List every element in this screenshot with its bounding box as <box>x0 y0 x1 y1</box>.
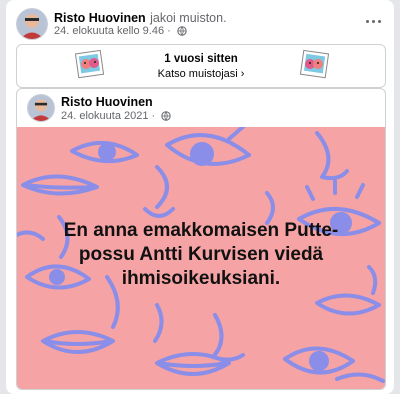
memory-banner[interactable]: 1 vuosi sitten Katso muistojasi › <box>16 44 386 88</box>
avatar-photo <box>17 9 47 39</box>
globe-icon <box>177 26 187 39</box>
globe-icon <box>161 111 171 124</box>
separator-dot: · <box>151 110 159 122</box>
separator-dot: · <box>167 25 174 37</box>
avatar-photo <box>28 95 54 121</box>
feed-post-card: Risto Huovinen jakoi muiston. 24. elokuu… <box>6 0 394 394</box>
shared-post-author[interactable]: Risto Huovinen <box>61 95 153 109</box>
memory-title: 1 vuosi sitten <box>164 53 238 65</box>
see-memories-link[interactable]: Katso muistojasi › <box>17 68 385 80</box>
post-image-text: En anna emakkomaisen Putte-possu Antti K… <box>63 220 339 289</box>
memory-thumbnail-right <box>299 49 329 79</box>
author-avatar[interactable] <box>16 8 48 40</box>
post-image[interactable]: En anna emakkomaisen Putte-possu Antti K… <box>17 127 385 389</box>
shared-post-header: Risto Huovinen 24. elokuuta 2021 · <box>17 89 385 127</box>
shared-memory-post[interactable]: Risto Huovinen 24. elokuuta 2021 · En an… <box>16 88 386 390</box>
shared-post-avatar[interactable] <box>27 94 55 122</box>
more-options-button[interactable] <box>362 14 384 28</box>
author-name[interactable]: Risto Huovinen <box>54 11 146 25</box>
post-timestamp[interactable]: 24. elokuuta kello 9.46 <box>54 25 164 37</box>
post-action-text: jakoi muiston. <box>150 11 227 25</box>
chevron-right-icon: › <box>240 68 245 80</box>
more-horizontal-icon <box>365 19 369 23</box>
shared-post-date[interactable]: 24. elokuuta 2021 <box>61 110 148 122</box>
